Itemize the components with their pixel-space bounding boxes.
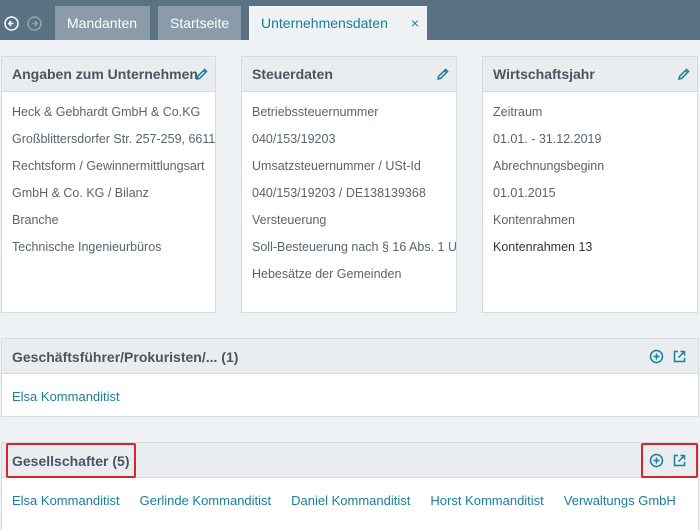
card-title: Wirtschaftsjahr: [493, 66, 595, 82]
partner-link[interactable]: Verwaltungs GmbH: [564, 493, 676, 508]
legal-form-value: GmbH & Co. KG / Bilanz: [12, 186, 149, 200]
forward-button[interactable]: [27, 16, 42, 31]
company-name: Heck & Gebhardt GmbH & Co.KG: [12, 105, 201, 119]
tab-unternehmensdaten[interactable]: Unternehmensdaten ×: [249, 6, 427, 40]
card-header: Angaben zum Unternehmen: [2, 57, 215, 92]
period-value: 01.01. - 31.12.2019: [493, 132, 602, 146]
tax-number-value: 040/153/19203: [252, 132, 336, 146]
company-address: Großblittersdorfer Str. 257-259, 6611: [12, 132, 215, 146]
tax-number-label: Betriebssteuernummer: [252, 105, 379, 119]
pencil-icon[interactable]: [195, 67, 209, 81]
back-button[interactable]: [4, 16, 19, 31]
card-title: Steuerdaten: [252, 66, 333, 82]
fiscal-year-card: Wirtschaftsjahr Zeitraum 01.01. - 31.12.…: [482, 56, 698, 313]
tab-startseite[interactable]: Startseite: [158, 6, 241, 40]
card-title: Angaben zum Unternehmen: [12, 66, 198, 82]
external-link-icon[interactable]: [672, 349, 687, 364]
tab-label: Unternehmensdaten: [261, 15, 388, 31]
industry-label: Branche: [12, 213, 59, 227]
external-link-icon[interactable]: [672, 453, 687, 468]
billing-start-label: Abrechnungsbeginn: [493, 159, 605, 173]
partners-section: Gesellschafter (5) Elsa Kommanditist Ger…: [1, 442, 699, 530]
tab-mandanten[interactable]: Mandanten: [55, 6, 150, 40]
partner-link[interactable]: Gerlinde Kommanditist: [140, 493, 272, 508]
industry-value: Technische Ingenieurbüros: [12, 240, 162, 254]
legal-form-label: Rechtsform / Gewinnermittlungsart: [12, 159, 205, 173]
taxation-value: Soll-Besteuerung nach § 16 Abs. 1 U: [252, 240, 456, 254]
period-label: Zeitraum: [493, 105, 543, 119]
chart-of-accounts-value: Kontenrahmen 13: [493, 240, 593, 254]
card-header: Steuerdaten: [242, 57, 456, 92]
tax-card: Steuerdaten Betriebssteuernummer 040/153…: [241, 56, 457, 313]
partner-link[interactable]: Horst Kommanditist: [430, 493, 543, 508]
close-icon[interactable]: ×: [411, 6, 419, 40]
pencil-icon[interactable]: [677, 67, 691, 81]
partner-link[interactable]: Daniel Kommanditist: [291, 493, 410, 508]
partner-link[interactable]: Elsa Kommanditist: [12, 493, 120, 508]
arrow-right-icon: [27, 16, 42, 31]
manager-link[interactable]: Elsa Kommanditist: [12, 389, 120, 404]
section-header: Geschäftsführer/Prokuristen/... (1): [2, 339, 698, 374]
taxation-label: Versteuerung: [252, 213, 327, 227]
managers-section: Geschäftsführer/Prokuristen/... (1) Elsa…: [1, 338, 699, 417]
chart-of-accounts-label: Kontenrahmen: [493, 213, 576, 227]
billing-start-value: 01.01.2015: [493, 186, 556, 200]
arrow-left-icon: [4, 16, 19, 31]
section-header: Gesellschafter (5): [2, 443, 698, 478]
card-header: Wirtschaftsjahr: [483, 57, 697, 92]
company-card: Angaben zum Unternehmen Heck & Gebhardt …: [1, 56, 216, 313]
vat-value: 040/153/19203 / DE138139368: [252, 186, 426, 200]
municipal-rates-label: Hebesätze der Gemeinden: [252, 267, 402, 281]
add-circle-icon[interactable]: [649, 453, 664, 468]
section-title: Geschäftsführer/Prokuristen/... (1): [12, 349, 239, 365]
vat-label: Umsatzsteuernummer / USt-Id: [252, 159, 421, 173]
top-bar: Mandanten Startseite Unternehmensdaten ×: [0, 0, 700, 40]
add-circle-icon[interactable]: [649, 349, 664, 364]
section-title: Gesellschafter (5): [12, 453, 130, 469]
pencil-icon[interactable]: [436, 67, 450, 81]
